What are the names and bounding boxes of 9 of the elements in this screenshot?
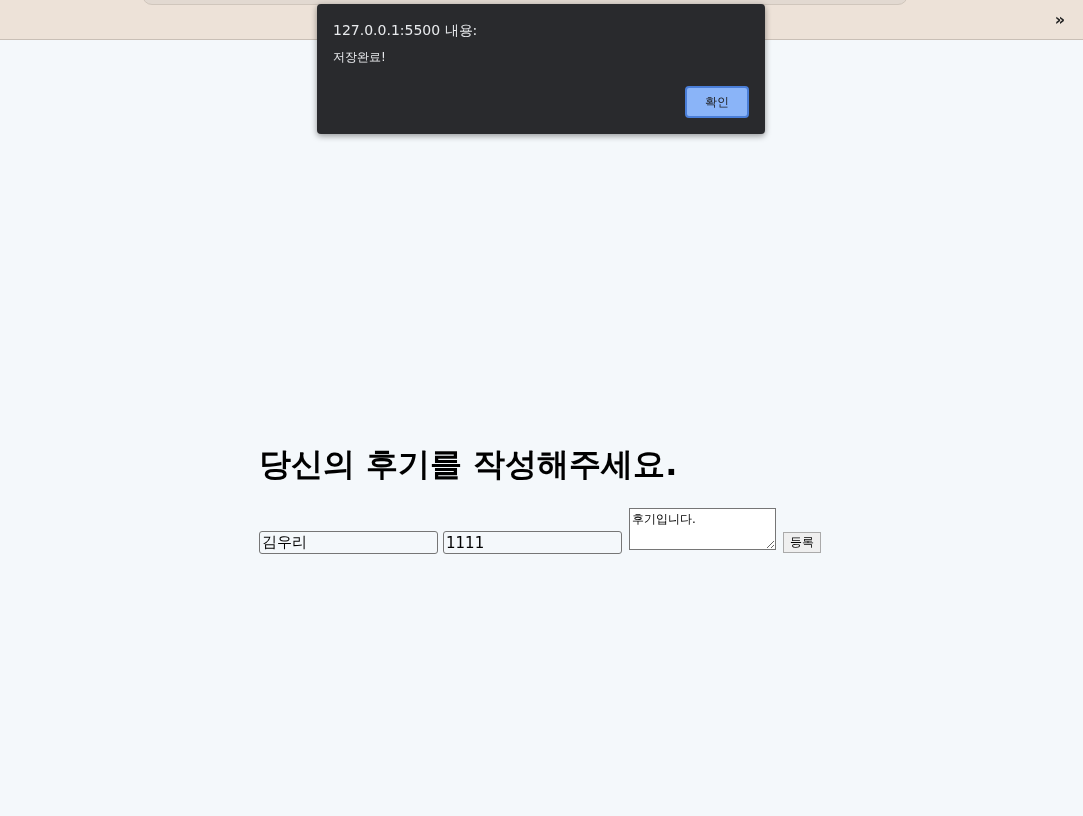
overflow-button[interactable]: » bbox=[1054, 10, 1065, 29]
page-heading: 당신의 후기를 작성해주세요. bbox=[259, 444, 679, 485]
name-field[interactable]: 김우리 bbox=[259, 531, 438, 554]
review-field[interactable]: 후기입니다. bbox=[629, 508, 776, 550]
alert-message: 저장완료! bbox=[333, 49, 387, 66]
ok-button[interactable]: 확인 bbox=[685, 86, 749, 118]
submit-button[interactable]: 등록 bbox=[783, 532, 821, 553]
password-field[interactable]: 1111 bbox=[443, 531, 622, 554]
alert-origin: 127.0.0.1:5500 내용: bbox=[333, 22, 479, 40]
